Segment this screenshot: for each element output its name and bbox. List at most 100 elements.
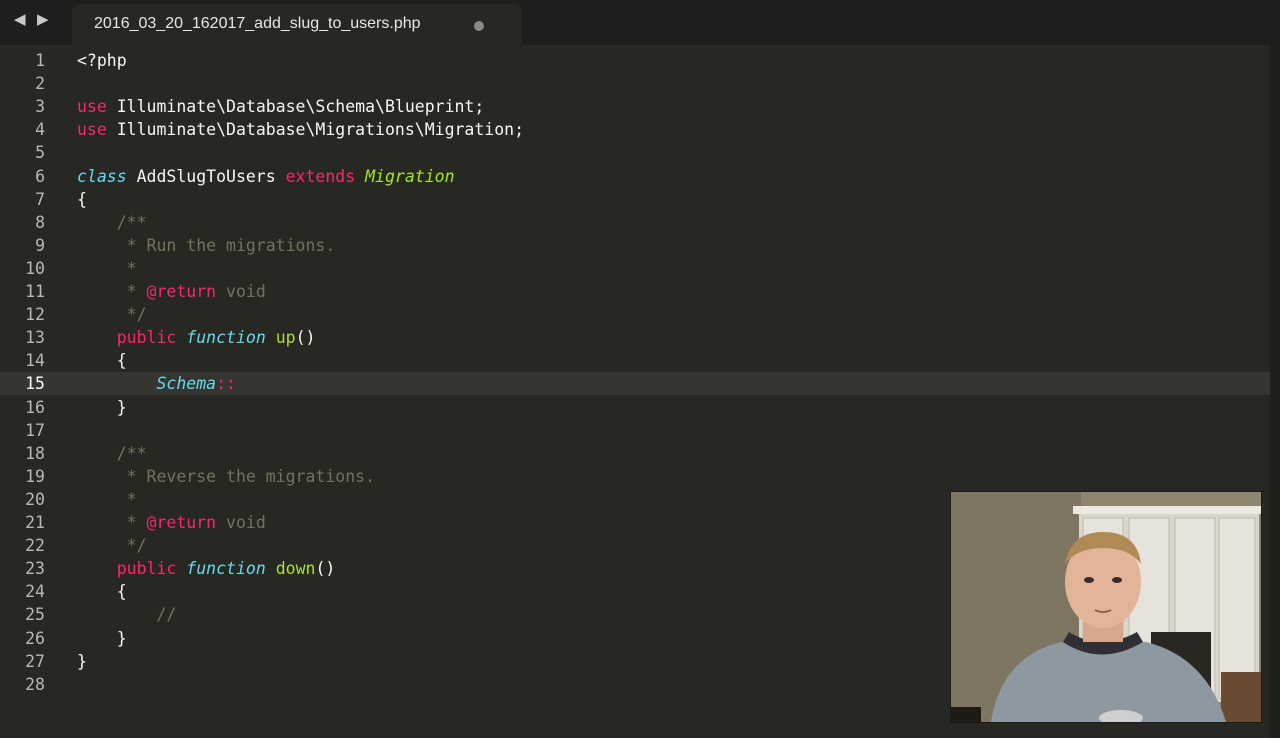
code-line[interactable]: 10 * (0, 257, 1270, 280)
unsaved-dot-icon[interactable] (474, 21, 484, 31)
line-number: 27 (25, 651, 45, 671)
code-text: Schema:: (77, 372, 236, 395)
code-line[interactable]: 5 (0, 141, 1270, 164)
line-number: 10 (25, 258, 45, 278)
line-number: 1 (35, 51, 45, 70)
code-line[interactable]: 13 public function up() (0, 326, 1270, 349)
code-line[interactable]: 9 * Run the migrations. (0, 234, 1270, 257)
code-token: use (77, 120, 107, 140)
code-token: void (216, 513, 266, 532)
code-token: */ (77, 536, 147, 556)
line-number: 19 (25, 466, 45, 486)
code-token: () (295, 328, 316, 348)
code-text: public function down() (77, 557, 336, 580)
line-number: 4 (35, 120, 45, 140)
code-text: } (77, 396, 127, 419)
code-text: // (77, 603, 176, 626)
code-token: */ (77, 305, 147, 325)
code-line[interactable]: 2 (0, 72, 1270, 95)
code-line[interactable]: 14 { (0, 349, 1270, 372)
line-number: 24 (25, 582, 45, 602)
code-token: function (186, 328, 266, 348)
code-token: * (77, 489, 137, 509)
code-line[interactable]: 7{ (0, 188, 1270, 211)
right-arrow-icon[interactable]: ▶ (37, 10, 49, 28)
code-token: :: (216, 374, 236, 394)
code-line[interactable]: 12 */ (0, 303, 1270, 326)
code-text: public function up() (77, 326, 316, 349)
code-token: class (77, 166, 127, 186)
code-line[interactable]: 18 /** (0, 442, 1270, 465)
code-line[interactable]: 11 * @return void (0, 280, 1270, 303)
line-number: 18 (25, 443, 45, 463)
tab-bar: ◀ ▶ 2016_03_20_162017_add_slug_to_users.… (0, 0, 1280, 45)
code-token: /** (77, 443, 147, 463)
code-token: Migration (365, 166, 455, 186)
code-token: Illuminate\Database\Migrations\Migration… (106, 120, 525, 140)
line-number: 22 (25, 536, 45, 556)
code-text: * @return void (77, 511, 266, 534)
line-number: 6 (35, 166, 45, 186)
file-tab[interactable]: 2016_03_20_162017_add_slug_to_users.php (72, 4, 522, 45)
code-line[interactable]: 19 * Reverse the migrations. (0, 465, 1270, 488)
left-arrow-icon[interactable]: ◀ (14, 10, 26, 28)
code-line[interactable]: 6 class AddSlugToUsers extends Migration (0, 165, 1270, 188)
code-token: { (77, 582, 127, 602)
line-number: 2 (35, 74, 45, 94)
code-token: use (77, 97, 107, 117)
code-line[interactable]: 8 /** (0, 211, 1270, 234)
code-token: } (77, 628, 127, 648)
code-token: @return (146, 282, 217, 301)
code-token: public (116, 328, 177, 348)
code-token: Illuminate\Database\Schema\Blueprint; (106, 97, 485, 117)
line-number: 11 (25, 282, 45, 301)
code-line[interactable]: 4 use Illuminate\Database\Migrations\Migr… (0, 118, 1270, 141)
code-token: * Run the migrations. (77, 235, 336, 255)
code-line[interactable]: 16 } (0, 396, 1270, 419)
code-token: Schema (156, 374, 217, 394)
code-text: } (77, 627, 127, 650)
code-text: /** (77, 211, 147, 234)
code-text: * (77, 488, 137, 511)
line-number: 13 (25, 328, 45, 348)
code-line[interactable]: 17 (0, 419, 1270, 442)
code-token: // (77, 605, 177, 625)
code-token: <?php (77, 51, 127, 70)
line-number: 16 (25, 397, 45, 417)
tab-title: 2016_03_20_162017_add_slug_to_users.php (94, 15, 421, 32)
line-number: 14 (25, 351, 45, 371)
line-number: 20 (25, 489, 45, 509)
code-text: use Illuminate\Database\Migrations\Migra… (77, 118, 524, 141)
presenter-video-frame (951, 492, 1261, 722)
line-number: 8 (35, 212, 45, 232)
code-token: () (315, 559, 336, 579)
code-token: * (77, 282, 147, 301)
code-token: } (77, 397, 127, 417)
line-number: 25 (25, 605, 45, 625)
code-token: { (77, 351, 127, 371)
webcam-overlay (950, 491, 1262, 723)
code-text: class AddSlugToUsers extends Migration (77, 165, 455, 188)
line-number: 21 (25, 513, 45, 532)
code-token: down (275, 559, 316, 579)
line-number: 15 (25, 374, 45, 394)
code-text: * (77, 257, 137, 280)
line-number: 17 (25, 420, 45, 440)
code-token: /** (77, 212, 147, 232)
code-line[interactable]: 1 <?php (0, 49, 1270, 72)
code-line[interactable]: 15 Schema:: (0, 372, 1270, 396)
line-number: 9 (35, 235, 45, 255)
line-number: 3 (35, 97, 45, 117)
line-number: 7 (35, 189, 45, 209)
code-token: @return (146, 513, 217, 532)
code-text: } (77, 650, 87, 673)
code-token: { (77, 189, 87, 209)
code-text: * Run the migrations. (77, 234, 336, 257)
line-number: 26 (25, 628, 45, 648)
code-line[interactable]: 3 use Illuminate\Database\Schema\Blueprin… (0, 95, 1270, 118)
